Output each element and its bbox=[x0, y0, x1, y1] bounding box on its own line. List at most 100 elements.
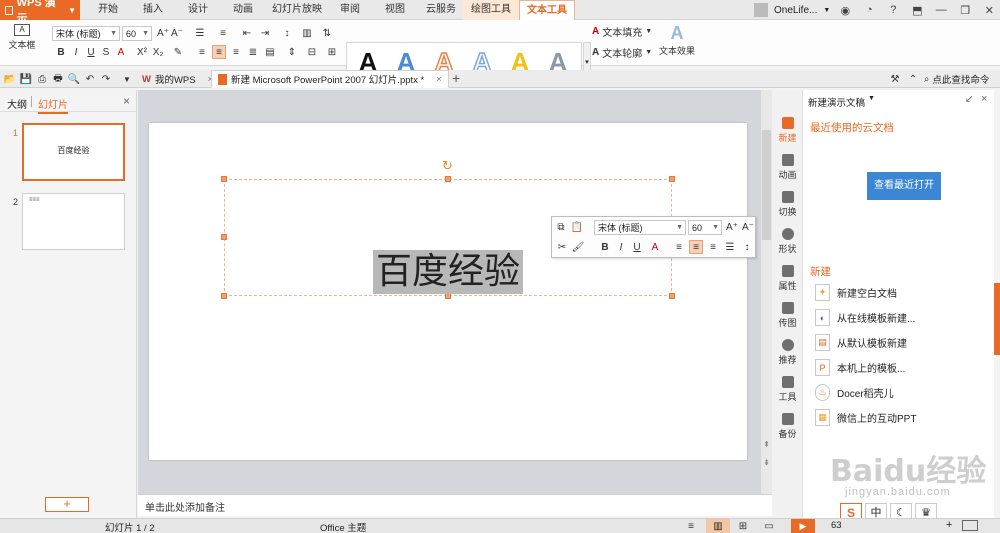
zoom-level[interactable]: 63 bbox=[831, 520, 842, 531]
underline-icon[interactable]: U bbox=[630, 240, 644, 254]
text-direction-icon[interactable]: ⇅ bbox=[320, 26, 334, 40]
strip-transition[interactable]: 切换 bbox=[772, 191, 803, 218]
local-template-item[interactable]: P 本机上的模板... bbox=[815, 359, 905, 376]
font-name-select[interactable]: 宋体 (标题) ▼ bbox=[52, 26, 120, 41]
align-center-icon[interactable]: ≡ bbox=[212, 45, 226, 59]
text-effect-button[interactable]: A 文本效果 bbox=[655, 23, 699, 57]
collapse-ribbon-icon[interactable]: ⌃ bbox=[906, 72, 920, 86]
resize-handle[interactable] bbox=[221, 293, 227, 299]
bullets-icon[interactable]: ☰ bbox=[723, 240, 737, 254]
scroll-thumb[interactable] bbox=[762, 130, 771, 240]
app-menu-button[interactable]: WPS 演示 ▼ bbox=[0, 0, 80, 25]
bold-icon[interactable]: B bbox=[598, 240, 612, 254]
indent-increase-icon[interactable]: ⇥ bbox=[258, 26, 272, 40]
menu-tab-text-tools[interactable]: 文本工具 bbox=[519, 0, 575, 20]
notes-toggle-icon[interactable]: ≡ bbox=[684, 519, 698, 533]
docer-item[interactable]: ♨ Docer稻壳儿 bbox=[815, 384, 894, 401]
new-default-template-item[interactable]: ▤ 从默认模板新建 bbox=[815, 334, 907, 351]
dock-icon[interactable]: ↙ bbox=[965, 94, 973, 105]
text-outline-button[interactable]: A 文本轮廓 ▼ bbox=[592, 45, 652, 60]
preview-icon[interactable]: 🔍 bbox=[67, 72, 81, 86]
tab-outline[interactable]: 大纲 bbox=[7, 96, 27, 111]
slide-thumbnail-2[interactable]: ≡≡≡ bbox=[22, 193, 125, 250]
align-left-icon[interactable]: ≡ bbox=[672, 240, 686, 254]
slide-title-text[interactable]: 百度经验 bbox=[373, 250, 524, 294]
view-recent-button[interactable]: 查看最近打开 bbox=[867, 172, 941, 200]
para-spacing-icon[interactable]: ⇕ bbox=[285, 45, 299, 59]
shadow-icon[interactable]: S bbox=[99, 45, 113, 59]
menu-tab-home[interactable]: 开始 bbox=[88, 0, 128, 20]
export-icon[interactable]: ⎙ bbox=[35, 72, 49, 86]
grow-font-icon[interactable]: A⁺ bbox=[156, 26, 170, 40]
distribute-icon[interactable]: ▤ bbox=[263, 45, 277, 59]
skin-icon[interactable]: ◔ bbox=[860, 1, 878, 19]
open-icon[interactable]: 📂 bbox=[3, 72, 17, 86]
new-tab-button[interactable]: + bbox=[452, 70, 460, 87]
menu-tab-design[interactable]: 设计 bbox=[178, 0, 218, 20]
cut-icon[interactable]: ✂ bbox=[555, 240, 569, 254]
strip-properties[interactable]: 属性 bbox=[772, 265, 803, 292]
slide-thumbnail-1[interactable]: 百度经验 bbox=[22, 123, 125, 181]
menu-tab-cloud[interactable]: 云服务 bbox=[419, 0, 463, 20]
notes-pane[interactable]: 单击此处添加备注 bbox=[138, 494, 772, 516]
chevron-down-icon[interactable]: ▼ bbox=[823, 7, 830, 14]
align-center-icon[interactable]: ≡ bbox=[689, 240, 703, 254]
close-icon[interactable]: × bbox=[436, 74, 442, 85]
columns-icon[interactable]: ▥ bbox=[300, 26, 314, 40]
normal-view-icon[interactable]: ▥ bbox=[706, 519, 730, 533]
side-collapse-handle[interactable] bbox=[994, 283, 1000, 355]
settings-icon[interactable]: ⚒ bbox=[888, 72, 902, 86]
format-painter-icon[interactable]: 🖌 bbox=[571, 240, 585, 254]
undo-icon[interactable]: ↶ bbox=[83, 72, 97, 86]
close-icon[interactable]: × bbox=[123, 94, 130, 108]
superscript-icon[interactable]: X² bbox=[135, 45, 149, 59]
minimize-icon[interactable]: — bbox=[932, 1, 950, 19]
menu-tab-insert[interactable]: 插入 bbox=[133, 0, 173, 20]
restore-icon[interactable]: ❐ bbox=[956, 1, 974, 19]
grow-font-icon[interactable]: A⁺ bbox=[725, 220, 739, 234]
vertical-scrollbar[interactable]: ⇞ ⇟ bbox=[760, 90, 772, 494]
clear-format-icon[interactable]: ✎ bbox=[171, 45, 185, 59]
reading-view-icon[interactable]: ▭ bbox=[762, 519, 776, 533]
resize-handle[interactable] bbox=[445, 176, 451, 182]
align-left-icon[interactable]: ≡ bbox=[195, 45, 209, 59]
font-color-icon[interactable]: A bbox=[114, 45, 128, 59]
strip-shapes[interactable]: 形状 bbox=[772, 228, 803, 255]
font-color-icon[interactable]: A bbox=[648, 240, 662, 254]
line-spacing-icon[interactable]: ↕ bbox=[740, 240, 754, 254]
bold-icon[interactable]: B bbox=[54, 45, 68, 59]
menu-tab-drawing-tools[interactable]: 绘图工具 bbox=[463, 0, 519, 20]
print-icon[interactable]: 🖶 bbox=[51, 72, 65, 86]
help-icon[interactable]: ? bbox=[884, 1, 902, 19]
resize-handle[interactable] bbox=[221, 176, 227, 182]
new-online-template-item[interactable]: ◐ 从在线模板新建... bbox=[815, 309, 915, 326]
redo-icon[interactable]: ↷ bbox=[99, 72, 113, 86]
menu-tab-review[interactable]: 审阅 bbox=[330, 0, 370, 20]
resize-handle[interactable] bbox=[221, 234, 227, 240]
italic-icon[interactable]: I bbox=[69, 45, 83, 59]
tab-document[interactable]: 新建 Microsoft PowerPoint 2007 幻灯片.pptx * … bbox=[211, 70, 449, 88]
menu-tab-animation[interactable]: 动画 bbox=[223, 0, 263, 20]
globe-icon[interactable]: ◉ bbox=[836, 1, 854, 19]
copy-icon[interactable]: ⧉ bbox=[554, 220, 568, 234]
numbering-icon[interactable]: ≡ bbox=[216, 26, 230, 40]
new-blank-item[interactable]: ✦ 新建空白文档 bbox=[815, 284, 897, 301]
shrink-font-icon[interactable]: A⁻ bbox=[741, 220, 755, 234]
text-align-icon[interactable]: ⊞ bbox=[325, 45, 339, 59]
strip-upload-image[interactable]: 传图 bbox=[772, 302, 803, 329]
close-icon[interactable]: × bbox=[981, 93, 987, 105]
avatar[interactable] bbox=[754, 3, 768, 17]
add-slide-button[interactable]: + bbox=[45, 497, 89, 512]
slide-sorter-icon[interactable]: ⊞ bbox=[736, 519, 750, 533]
pin-icon[interactable]: ⬒ bbox=[908, 1, 926, 19]
menu-tab-view[interactable]: 视图 bbox=[375, 0, 415, 20]
line-spacing-icon[interactable]: ↕ bbox=[280, 26, 294, 40]
command-search[interactable]: ⌕ 点此查找命令 bbox=[924, 72, 989, 87]
vertical-align-icon[interactable]: ⊟ bbox=[305, 45, 319, 59]
subscript-icon[interactable]: X₂ bbox=[151, 45, 165, 59]
justify-icon[interactable]: ≣ bbox=[246, 45, 260, 59]
wechat-ppt-item[interactable]: ▦ 微信上的互动PPT bbox=[815, 409, 916, 426]
mini-font-size-select[interactable]: 60 ▼ bbox=[688, 220, 722, 235]
user-name[interactable]: OneLife... bbox=[774, 5, 817, 16]
paste-icon[interactable]: 📋 bbox=[570, 220, 584, 234]
